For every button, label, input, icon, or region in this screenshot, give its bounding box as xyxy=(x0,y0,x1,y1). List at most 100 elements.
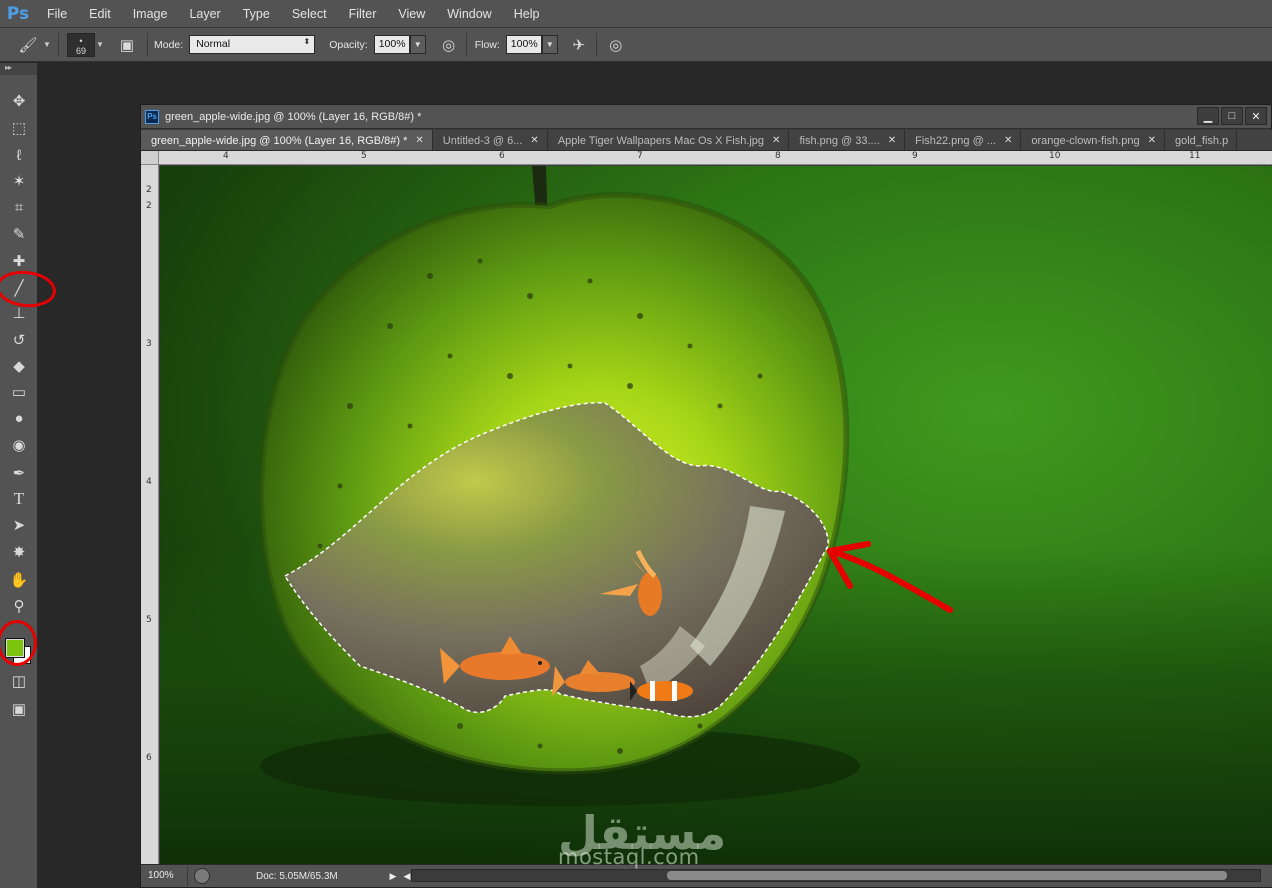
close-tab-icon[interactable]: ✕ xyxy=(530,135,538,146)
quick-mask-icon[interactable]: ◫ xyxy=(6,669,32,693)
path-selection-tool-icon[interactable]: ➤ xyxy=(6,513,32,537)
horizontal-ruler[interactable]: 4 5 6 7 8 9 10 11 xyxy=(159,151,1272,165)
mode-label: Mode: xyxy=(154,38,184,51)
type-tool-icon[interactable]: T xyxy=(6,487,32,511)
opacity-dropdown[interactable]: ▼ xyxy=(409,35,426,54)
tab-label: orange-clown-fish.png xyxy=(1031,134,1140,147)
document-title-bar[interactable]: Ps green_apple-wide.jpg @ 100% (Layer 16… xyxy=(141,105,1271,129)
magic-wand-tool-icon[interactable]: ✶ xyxy=(6,169,32,193)
tab-untitled-3[interactable]: Untitled-3 @ 6... ✕ xyxy=(433,130,548,150)
menu-file[interactable]: File xyxy=(36,7,78,21)
horizontal-scrollbar[interactable] xyxy=(411,869,1261,882)
close-tab-icon[interactable]: ✕ xyxy=(415,135,423,146)
flow-dropdown[interactable]: ▼ xyxy=(541,35,558,54)
history-brush-tool-icon[interactable]: ↺ xyxy=(6,328,32,352)
crop-tool-icon[interactable]: ⌗ xyxy=(6,195,32,219)
brush-tool-preset-icon[interactable]: 🖌 xyxy=(14,33,42,57)
opacity-label: Opacity: xyxy=(329,38,368,51)
tab-orange-clown-fish[interactable]: orange-clown-fish.png ✕ xyxy=(1021,130,1165,150)
separator xyxy=(595,32,597,57)
brush-preset-dropdown[interactable]: ▼ xyxy=(95,33,105,57)
ruler-tick-label: 6 xyxy=(146,753,152,763)
ruler-tick-label: 9 xyxy=(912,151,918,161)
close-icon[interactable]: ✕ xyxy=(1245,107,1267,125)
healing-brush-tool-icon[interactable]: ✚ xyxy=(6,249,32,273)
menu-filter[interactable]: Filter xyxy=(338,7,388,21)
status-menu-arrow-icon[interactable]: ▶ xyxy=(386,871,400,882)
ruler-tick-label: 3 xyxy=(146,339,152,349)
screen-mode-icon[interactable]: ▣ xyxy=(6,697,32,721)
apple-aquarium-artwork xyxy=(160,166,1272,865)
ruler-origin[interactable] xyxy=(141,151,159,165)
flow-label: Flow: xyxy=(474,38,500,51)
menu-help[interactable]: Help xyxy=(503,7,551,21)
ruler-tick-label: 4 xyxy=(223,151,229,161)
eyedropper-tool-icon[interactable]: ✎ xyxy=(6,222,32,246)
ruler-tick-label: 6 xyxy=(499,151,505,161)
menu-select[interactable]: Select xyxy=(281,7,338,21)
ruler-tick-label: 7 xyxy=(637,151,643,161)
separator xyxy=(465,32,467,57)
brush-dot-icon: • xyxy=(79,35,83,46)
ruler-tick-label: 2 xyxy=(146,185,152,195)
tab-fish22[interactable]: Fish22.png @ ... ✕ xyxy=(905,130,1022,150)
close-tab-icon[interactable]: ✕ xyxy=(1148,135,1156,146)
tab-label: Apple Tiger Wallpapers Mac Os X Fish.jpg xyxy=(557,134,765,147)
document-window: Ps green_apple-wide.jpg @ 100% (Layer 16… xyxy=(140,104,1272,888)
dodge-tool-icon[interactable]: ◉ xyxy=(6,433,32,457)
toolbox: ▸▸ ✥ ⬚ ℓ ✶ ⌗ ✎ ✚ ╱ ⊥ ↺ ◆ ▭ ● ◉ ✒ T ➤ ✸ ✋… xyxy=(0,63,58,888)
tab-label: green_apple-wide.jpg @ 100% (Layer 16, R… xyxy=(151,134,408,147)
ps-document-icon: Ps xyxy=(145,109,159,124)
flow-input[interactable]: 100% xyxy=(505,35,542,54)
close-tab-icon[interactable]: ✕ xyxy=(772,135,780,146)
document-tabs: green_apple-wide.jpg @ 100% (Layer 16, R… xyxy=(141,130,1272,151)
brush-panel-toggle-icon[interactable]: ▣ xyxy=(113,33,141,57)
menu-edit[interactable]: Edit xyxy=(78,7,122,21)
hand-tool-icon[interactable]: ✋ xyxy=(6,568,32,592)
brush-preset-picker[interactable]: • 69 xyxy=(67,32,95,57)
pressure-opacity-icon[interactable]: ◎ xyxy=(438,34,460,56)
status-info-icon[interactable] xyxy=(194,868,210,884)
tab-apple-tiger[interactable]: Apple Tiger Wallpapers Mac Os X Fish.jpg… xyxy=(548,130,790,150)
separator xyxy=(147,32,148,57)
menu-bar: Ps File Edit Image Layer Type Select Fil… xyxy=(0,0,1272,28)
pressure-size-icon[interactable]: ◎ xyxy=(605,34,627,56)
eraser-tool-icon[interactable]: ◆ xyxy=(6,354,32,378)
shape-tool-icon[interactable]: ✸ xyxy=(6,540,32,564)
tab-label: fish.png @ 33.... xyxy=(799,134,880,147)
ruler-tick-label: 5 xyxy=(361,151,367,161)
opacity-input[interactable]: 100% xyxy=(373,35,410,54)
tab-gold-fish[interactable]: gold_fish.p xyxy=(1165,130,1238,150)
close-tab-icon[interactable]: ✕ xyxy=(1004,135,1012,146)
menu-view[interactable]: View xyxy=(387,7,436,21)
toolbox-collapse-icon[interactable]: ▸▸ xyxy=(0,63,37,75)
marquee-tool-icon[interactable]: ⬚ xyxy=(6,116,32,140)
tool-preset-dropdown[interactable]: ▼ xyxy=(42,33,52,57)
watermark-latin: mostaql.com xyxy=(558,845,700,869)
vertical-ruler[interactable]: 2 2 3 4 5 6 xyxy=(141,165,159,865)
zoom-level-field[interactable]: 100% xyxy=(144,866,188,886)
close-tab-icon[interactable]: ✕ xyxy=(888,135,896,146)
menu-type[interactable]: Type xyxy=(232,7,281,21)
menu-window[interactable]: Window xyxy=(436,7,502,21)
image-canvas[interactable] xyxy=(160,166,1272,865)
gradient-tool-icon[interactable]: ▭ xyxy=(6,380,32,404)
move-tool-icon[interactable]: ✥ xyxy=(6,89,32,113)
zoom-tool-icon[interactable]: ⚲ xyxy=(6,594,32,618)
lasso-tool-icon[interactable]: ℓ xyxy=(6,143,32,167)
tab-fish[interactable]: fish.png @ 33.... ✕ xyxy=(789,130,906,150)
pen-tool-icon[interactable]: ✒ xyxy=(6,461,32,485)
tab-green-apple[interactable]: green_apple-wide.jpg @ 100% (Layer 16, R… xyxy=(141,130,433,150)
airbrush-icon[interactable]: ✈ xyxy=(568,34,590,56)
menu-image[interactable]: Image xyxy=(122,7,179,21)
mode-select[interactable]: Normal ⬍ xyxy=(189,35,316,54)
menu-layer[interactable]: Layer xyxy=(178,7,231,21)
ruler-tick-label: 8 xyxy=(775,151,781,161)
photoshop-logo: Ps xyxy=(6,3,30,24)
minimize-icon[interactable]: ▁ xyxy=(1197,107,1219,125)
scrollbar-thumb[interactable] xyxy=(667,871,1227,880)
maximize-icon[interactable]: □ xyxy=(1221,107,1243,125)
blur-tool-icon[interactable]: ● xyxy=(6,406,32,430)
updown-arrow-icon: ⬍ xyxy=(303,37,311,46)
ruler-tick-label: 11 xyxy=(1189,151,1201,161)
